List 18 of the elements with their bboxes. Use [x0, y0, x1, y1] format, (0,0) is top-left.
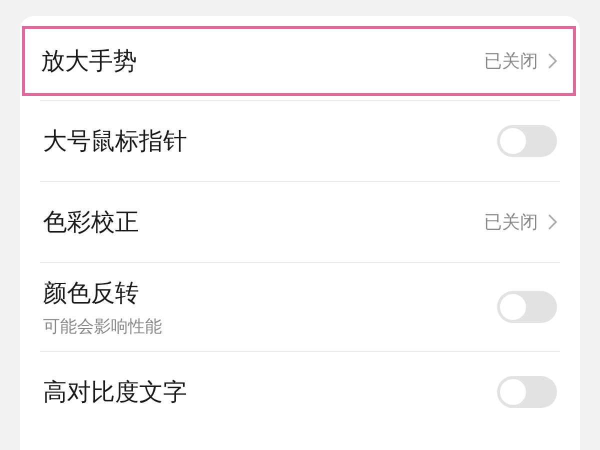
setting-value: 已关闭: [484, 211, 538, 234]
setting-value: 已关闭: [484, 50, 538, 73]
setting-title: 放大手势: [41, 46, 138, 77]
setting-title: 高对比度文字: [43, 377, 188, 408]
setting-title: 大号鼠标指针: [43, 126, 188, 157]
chevron-icon: [548, 214, 557, 230]
settings-row[interactable]: 高对比度文字: [20, 352, 580, 432]
toggle-switch[interactable]: [497, 125, 557, 157]
settings-row[interactable]: 颜色反转 可能会影响性能: [20, 263, 580, 351]
toggle-switch[interactable]: [497, 291, 557, 323]
toggle-switch[interactable]: [497, 376, 557, 408]
settings-row[interactable]: 放大手势 已关闭: [22, 26, 576, 96]
chevron-icon: [548, 53, 557, 69]
settings-row[interactable]: 色彩校正 已关闭: [20, 182, 580, 262]
settings-row[interactable]: 大号鼠标指针: [20, 101, 580, 181]
setting-subtitle: 可能会影响性能: [43, 316, 163, 338]
setting-title: 颜色反转: [43, 278, 140, 308]
setting-title: 色彩校正: [43, 207, 140, 238]
